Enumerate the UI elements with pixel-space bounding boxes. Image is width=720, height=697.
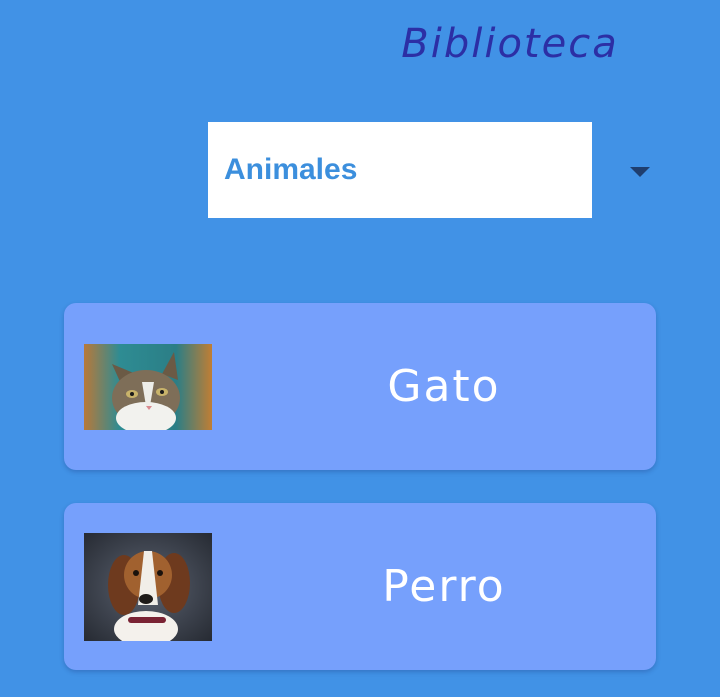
- app-screen: { "header": { "title": "Biblioteca" }, "…: [0, 0, 720, 697]
- category-dropdown[interactable]: Animales: [208, 122, 592, 218]
- item-label-gato: Gato: [387, 361, 501, 412]
- list-item-gato[interactable]: Gato: [64, 303, 656, 470]
- caret-down-icon[interactable]: [628, 164, 652, 180]
- item-label-perro: Perro: [382, 561, 506, 612]
- page-title: Biblioteca: [401, 21, 619, 67]
- category-dropdown-value: Animales: [224, 153, 358, 186]
- cat-image: [84, 344, 212, 430]
- list-item-perro[interactable]: Perro: [64, 503, 656, 670]
- dog-image: [84, 533, 212, 641]
